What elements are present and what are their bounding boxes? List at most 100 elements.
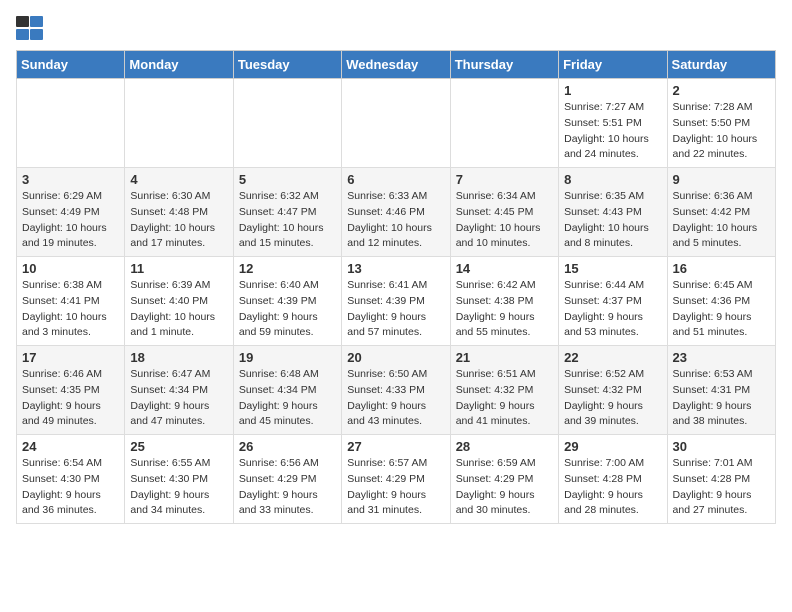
day-number: 8 xyxy=(564,172,661,187)
day-number: 30 xyxy=(673,439,770,454)
day-info: Sunrise: 6:46 AM Sunset: 4:35 PM Dayligh… xyxy=(22,367,119,430)
day-number: 22 xyxy=(564,350,661,365)
day-number: 12 xyxy=(239,261,336,276)
calendar-cell: 16 Sunrise: 6:45 AM Sunset: 4:36 PM Dayli… xyxy=(667,257,775,346)
day-header-monday: Monday xyxy=(125,51,233,79)
calendar-cell xyxy=(125,79,233,168)
day-info: Sunrise: 6:30 AM Sunset: 4:48 PM Dayligh… xyxy=(130,189,227,252)
calendar-table: SundayMondayTuesdayWednesdayThursdayFrid… xyxy=(16,50,776,524)
calendar-cell: 4 Sunrise: 6:30 AM Sunset: 4:48 PM Daylig… xyxy=(125,168,233,257)
calendar-cell: 18 Sunrise: 6:47 AM Sunset: 4:34 PM Dayli… xyxy=(125,346,233,435)
day-number: 1 xyxy=(564,83,661,98)
day-info: Sunrise: 6:51 AM Sunset: 4:32 PM Dayligh… xyxy=(456,367,553,430)
day-header-wednesday: Wednesday xyxy=(342,51,450,79)
day-number: 25 xyxy=(130,439,227,454)
day-info: Sunrise: 6:45 AM Sunset: 4:36 PM Dayligh… xyxy=(673,278,770,341)
calendar-cell: 14 Sunrise: 6:42 AM Sunset: 4:38 PM Dayli… xyxy=(450,257,558,346)
day-info: Sunrise: 6:41 AM Sunset: 4:39 PM Dayligh… xyxy=(347,278,444,341)
day-info: Sunrise: 6:55 AM Sunset: 4:30 PM Dayligh… xyxy=(130,456,227,519)
week-row-2: 3Sunrise: 6:29 AM Sunset: 4:49 PM Daylig… xyxy=(17,168,776,257)
calendar-cell xyxy=(233,79,341,168)
day-number: 10 xyxy=(22,261,119,276)
day-number: 15 xyxy=(564,261,661,276)
week-row-3: 10 Sunrise: 6:38 AM Sunset: 4:41 PM Dayli… xyxy=(17,257,776,346)
day-info: Sunrise: 6:39 AM Sunset: 4:40 PM Dayligh… xyxy=(130,278,227,341)
calendar-cell: 21 Sunrise: 6:51 AM Sunset: 4:32 PM Dayli… xyxy=(450,346,558,435)
calendar-cell: 1 Sunrise: 7:27 AM Sunset: 5:51 PM Daylig… xyxy=(559,79,667,168)
day-number: 5 xyxy=(239,172,336,187)
day-header-row: SundayMondayTuesdayWednesdayThursdayFrid… xyxy=(17,51,776,79)
day-number: 23 xyxy=(673,350,770,365)
logo-icon xyxy=(16,16,46,40)
day-number: 7 xyxy=(456,172,553,187)
calendar-cell: 27Sunrise: 6:57 AM Sunset: 4:29 PM Dayli… xyxy=(342,435,450,524)
day-number: 20 xyxy=(347,350,444,365)
day-info: Sunrise: 6:36 AM Sunset: 4:42 PM Dayligh… xyxy=(673,189,770,252)
day-info: Sunrise: 6:59 AM Sunset: 4:29 PM Dayligh… xyxy=(456,456,553,519)
day-number: 4 xyxy=(130,172,227,187)
day-number: 28 xyxy=(456,439,553,454)
day-header-saturday: Saturday xyxy=(667,51,775,79)
day-info: Sunrise: 6:29 AM Sunset: 4:49 PM Dayligh… xyxy=(22,189,119,252)
day-info: Sunrise: 6:56 AM Sunset: 4:29 PM Dayligh… xyxy=(239,456,336,519)
calendar-cell: 30 Sunrise: 7:01 AM Sunset: 4:28 PM Dayli… xyxy=(667,435,775,524)
day-number: 16 xyxy=(673,261,770,276)
day-info: Sunrise: 6:50 AM Sunset: 4:33 PM Dayligh… xyxy=(347,367,444,430)
calendar-cell: 17 Sunrise: 6:46 AM Sunset: 4:35 PM Dayli… xyxy=(17,346,125,435)
day-header-thursday: Thursday xyxy=(450,51,558,79)
day-number: 27 xyxy=(347,439,444,454)
day-number: 6 xyxy=(347,172,444,187)
calendar-cell: 26 Sunrise: 6:56 AM Sunset: 4:29 PM Dayli… xyxy=(233,435,341,524)
calendar-cell xyxy=(17,79,125,168)
calendar-cell: 3Sunrise: 6:29 AM Sunset: 4:49 PM Daylig… xyxy=(17,168,125,257)
day-header-friday: Friday xyxy=(559,51,667,79)
day-info: Sunrise: 7:01 AM Sunset: 4:28 PM Dayligh… xyxy=(673,456,770,519)
calendar-cell: 5Sunrise: 6:32 AM Sunset: 4:47 PM Daylig… xyxy=(233,168,341,257)
calendar-cell: 7 Sunrise: 6:34 AM Sunset: 4:45 PM Daylig… xyxy=(450,168,558,257)
calendar-cell: 22 Sunrise: 6:52 AM Sunset: 4:32 PM Dayli… xyxy=(559,346,667,435)
day-info: Sunrise: 7:27 AM Sunset: 5:51 PM Dayligh… xyxy=(564,100,661,163)
calendar-cell: 8 Sunrise: 6:35 AM Sunset: 4:43 PM Daylig… xyxy=(559,168,667,257)
calendar-header: SundayMondayTuesdayWednesdayThursdayFrid… xyxy=(17,51,776,79)
calendar-cell: 12 Sunrise: 6:40 AM Sunset: 4:39 PM Dayli… xyxy=(233,257,341,346)
calendar-cell: 9 Sunrise: 6:36 AM Sunset: 4:42 PM Daylig… xyxy=(667,168,775,257)
logo xyxy=(16,16,50,40)
day-number: 18 xyxy=(130,350,227,365)
day-number: 9 xyxy=(673,172,770,187)
calendar-cell xyxy=(450,79,558,168)
calendar-cell: 11Sunrise: 6:39 AM Sunset: 4:40 PM Dayli… xyxy=(125,257,233,346)
day-number: 13 xyxy=(347,261,444,276)
page-header xyxy=(16,16,776,40)
week-row-5: 24 Sunrise: 6:54 AM Sunset: 4:30 PM Dayli… xyxy=(17,435,776,524)
calendar-cell: 20 Sunrise: 6:50 AM Sunset: 4:33 PM Dayli… xyxy=(342,346,450,435)
day-info: Sunrise: 6:38 AM Sunset: 4:41 PM Dayligh… xyxy=(22,278,119,341)
day-info: Sunrise: 6:53 AM Sunset: 4:31 PM Dayligh… xyxy=(673,367,770,430)
day-header-sunday: Sunday xyxy=(17,51,125,79)
day-number: 21 xyxy=(456,350,553,365)
day-info: Sunrise: 6:48 AM Sunset: 4:34 PM Dayligh… xyxy=(239,367,336,430)
day-info: Sunrise: 6:44 AM Sunset: 4:37 PM Dayligh… xyxy=(564,278,661,341)
calendar-body: 1 Sunrise: 7:27 AM Sunset: 5:51 PM Daylig… xyxy=(17,79,776,524)
day-header-tuesday: Tuesday xyxy=(233,51,341,79)
day-number: 2 xyxy=(673,83,770,98)
day-number: 26 xyxy=(239,439,336,454)
calendar-cell: 28 Sunrise: 6:59 AM Sunset: 4:29 PM Dayli… xyxy=(450,435,558,524)
day-info: Sunrise: 6:54 AM Sunset: 4:30 PM Dayligh… xyxy=(22,456,119,519)
day-info: Sunrise: 6:52 AM Sunset: 4:32 PM Dayligh… xyxy=(564,367,661,430)
calendar-cell: 23 Sunrise: 6:53 AM Sunset: 4:31 PM Dayli… xyxy=(667,346,775,435)
day-number: 17 xyxy=(22,350,119,365)
day-info: Sunrise: 6:42 AM Sunset: 4:38 PM Dayligh… xyxy=(456,278,553,341)
calendar-cell: 2Sunrise: 7:28 AM Sunset: 5:50 PM Daylig… xyxy=(667,79,775,168)
calendar-cell xyxy=(342,79,450,168)
day-info: Sunrise: 6:34 AM Sunset: 4:45 PM Dayligh… xyxy=(456,189,553,252)
day-info: Sunrise: 6:33 AM Sunset: 4:46 PM Dayligh… xyxy=(347,189,444,252)
day-info: Sunrise: 6:35 AM Sunset: 4:43 PM Dayligh… xyxy=(564,189,661,252)
day-info: Sunrise: 6:40 AM Sunset: 4:39 PM Dayligh… xyxy=(239,278,336,341)
calendar-cell: 13 Sunrise: 6:41 AM Sunset: 4:39 PM Dayli… xyxy=(342,257,450,346)
day-number: 14 xyxy=(456,261,553,276)
week-row-1: 1 Sunrise: 7:27 AM Sunset: 5:51 PM Daylig… xyxy=(17,79,776,168)
day-number: 24 xyxy=(22,439,119,454)
calendar-cell: 10 Sunrise: 6:38 AM Sunset: 4:41 PM Dayli… xyxy=(17,257,125,346)
day-info: Sunrise: 6:47 AM Sunset: 4:34 PM Dayligh… xyxy=(130,367,227,430)
calendar-cell: 15 Sunrise: 6:44 AM Sunset: 4:37 PM Dayli… xyxy=(559,257,667,346)
